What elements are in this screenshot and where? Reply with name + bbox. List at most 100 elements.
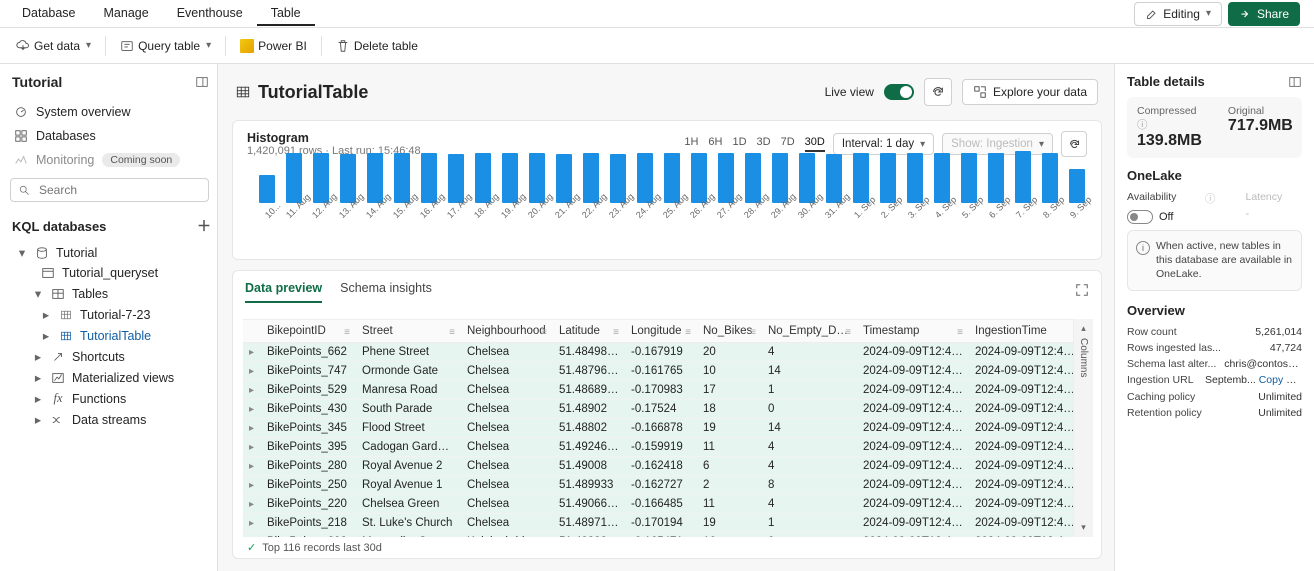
bar-col[interactable]: 22. Aug (581, 153, 602, 229)
row-expand[interactable]: ▸ (243, 343, 261, 362)
histogram-refresh-button[interactable] (1061, 131, 1087, 157)
bar-col[interactable]: 29. Aug (769, 153, 790, 229)
range-7D[interactable]: 7D (781, 136, 795, 152)
tree-queryset[interactable]: Tutorial_queryset (10, 263, 213, 283)
row-expand[interactable]: ▸ (243, 514, 261, 533)
tab-manage[interactable]: Manage (90, 2, 163, 26)
table-row[interactable]: ▸BikePoints_529Manresa RoadChelsea51.486… (243, 381, 1073, 400)
bar-col[interactable]: 18. Aug (473, 153, 494, 229)
row-expand[interactable]: ▸ (243, 438, 261, 457)
range-1H[interactable]: 1H (684, 136, 698, 152)
table-row[interactable]: ▸BikePoints_747Ormonde GateChelsea51.487… (243, 362, 1073, 381)
bar-col[interactable]: 19. Aug (500, 153, 521, 229)
bar-col[interactable]: 10... (257, 175, 278, 229)
search-input[interactable] (37, 182, 202, 198)
bar-col[interactable]: 24. Aug (635, 153, 656, 229)
column-header[interactable]: Latitude≡ (553, 320, 625, 343)
expand-icon[interactable] (1071, 279, 1093, 301)
bar-col[interactable]: 13. Aug (338, 154, 359, 229)
add-icon[interactable]: ＋ (197, 216, 211, 236)
tree-group-datastreams[interactable]: ▸ Data streams (10, 409, 213, 430)
range-3D[interactable]: 3D (757, 136, 771, 152)
bar-col[interactable]: 26. Aug (689, 153, 710, 229)
powerbi-button[interactable]: Power BI (232, 34, 315, 58)
bar-col[interactable]: 27. Aug (715, 153, 736, 229)
data-grid[interactable]: BikepointID≡Street≡Neighbourhood≡Latitud… (243, 319, 1073, 537)
grid-sidebar[interactable]: ▴ Columns ▾ (1073, 319, 1093, 537)
info-icon[interactable]: ⓘ (1137, 119, 1148, 131)
bar-col[interactable]: 3. Sep (904, 153, 925, 229)
table-row[interactable]: ▸BikePoints_220Chelsea GreenChelsea51.49… (243, 495, 1073, 514)
range-1D[interactable]: 1D (732, 136, 746, 152)
show-dropdown[interactable]: Show: Ingestion ▾ (942, 133, 1053, 155)
bar-col[interactable]: 15. Aug (392, 153, 413, 229)
bar-col[interactable]: 2. Sep (877, 153, 898, 229)
bar-col[interactable]: 28. Aug (742, 153, 763, 229)
column-header[interactable]: IngestionTime≡ (969, 320, 1073, 343)
get-data-button[interactable]: Get data ▾ (8, 34, 99, 58)
table-row[interactable]: ▸BikePoints_430South ParadeChelsea51.489… (243, 400, 1073, 419)
table-row[interactable]: ▸BikePoints_280Royal Avenue 2Chelsea51.4… (243, 457, 1073, 476)
table-row[interactable]: ▸BikePoints_218St. Luke's ChurchChelsea5… (243, 514, 1073, 533)
table-row[interactable]: ▸BikePoints_662Phene StreetChelsea51.484… (243, 343, 1073, 362)
tree-table-tutorial-7-23[interactable]: ▸ Tutorial-7-23 (10, 304, 213, 325)
tab-table[interactable]: Table (257, 2, 315, 26)
editing-button[interactable]: Editing ▾ (1134, 2, 1222, 26)
scroll-up-icon[interactable]: ▴ (1081, 323, 1086, 334)
collapse-icon[interactable] (195, 75, 209, 89)
table-row[interactable]: ▸BikePoints_395Cadogan GardensChelsea51.… (243, 438, 1073, 457)
range-30D[interactable]: 30D (805, 136, 825, 152)
availability-toggle[interactable] (1127, 210, 1153, 224)
bar-col[interactable]: 9. Sep (1066, 169, 1087, 229)
bar-col[interactable]: 12. Aug (311, 153, 332, 229)
sidebar-item-databases[interactable]: Databases (10, 124, 213, 148)
bar-col[interactable]: 25. Aug (662, 153, 683, 229)
tab-eventhouse[interactable]: Eventhouse (163, 2, 257, 26)
row-expand[interactable]: ▸ (243, 457, 261, 476)
interval-dropdown[interactable]: Interval: 1 day ▾ (833, 133, 934, 155)
row-expand[interactable]: ▸ (243, 533, 261, 538)
row-expand[interactable]: ▸ (243, 362, 261, 381)
bar-col[interactable]: 20. Aug (527, 153, 548, 229)
table-row[interactable]: ▸BikePoints_250Royal Avenue 1Chelsea51.4… (243, 476, 1073, 495)
scroll-down-icon[interactable]: ▾ (1081, 522, 1086, 533)
tree-group-functions[interactable]: ▸ fx Functions (10, 388, 213, 409)
table-row[interactable]: ▸BikePoints_292Montpelier StreetKnightsb… (243, 533, 1073, 538)
bar-col[interactable]: 30. Aug (796, 153, 817, 229)
bar-col[interactable]: 14. Aug (365, 153, 386, 229)
bar-col[interactable]: 1. Sep (850, 153, 871, 229)
table-row[interactable]: ▸BikePoints_345Flood StreetChelsea51.488… (243, 419, 1073, 438)
bar-col[interactable]: 21. Aug (554, 154, 575, 229)
column-header[interactable]: No_Empty_Docks≡ (762, 320, 857, 343)
search-box[interactable] (10, 178, 209, 202)
column-header[interactable]: BikepointID≡ (261, 320, 356, 343)
refresh-button[interactable] (924, 78, 952, 106)
tree-db-tutorial[interactable]: ▾ Tutorial (10, 242, 213, 263)
row-expand[interactable]: ▸ (243, 495, 261, 514)
bar-col[interactable]: 5. Sep (958, 153, 979, 229)
bar-col[interactable]: 8. Sep (1039, 153, 1060, 229)
tab-schema-insights[interactable]: Schema insights (340, 279, 432, 303)
tree-table-tutorialtable[interactable]: ▸ TutorialTable (10, 325, 213, 346)
query-table-button[interactable]: Query table ▾ (112, 34, 219, 58)
bar-col[interactable]: 17. Aug (446, 154, 467, 229)
delete-table-button[interactable]: Delete table (328, 34, 426, 58)
live-view-toggle[interactable] (884, 84, 914, 100)
tab-database[interactable]: Database (8, 2, 90, 26)
column-header[interactable]: Street≡ (356, 320, 461, 343)
column-header[interactable]: Timestamp≡ (857, 320, 969, 343)
tree-group-tables[interactable]: ▾ Tables (10, 283, 213, 304)
info-icon[interactable]: ⓘ (1205, 191, 1216, 206)
tab-data-preview[interactable]: Data preview (245, 279, 322, 303)
bar-col[interactable]: 16. Aug (419, 153, 440, 229)
sidebar-item-system-overview[interactable]: System overview (10, 100, 213, 124)
bar-col[interactable]: 11. Aug (284, 153, 305, 229)
column-header[interactable]: Neighbourhood≡ (461, 320, 553, 343)
column-header[interactable]: Longitude≡ (625, 320, 697, 343)
row-expand[interactable]: ▸ (243, 419, 261, 438)
bar-col[interactable]: 23. Aug (608, 154, 629, 229)
bar-col[interactable]: 6. Sep (985, 153, 1006, 229)
explore-data-button[interactable]: Explore your data (962, 79, 1098, 105)
column-header[interactable]: No_Bikes≡ (697, 320, 762, 343)
row-expand[interactable]: ▸ (243, 400, 261, 419)
